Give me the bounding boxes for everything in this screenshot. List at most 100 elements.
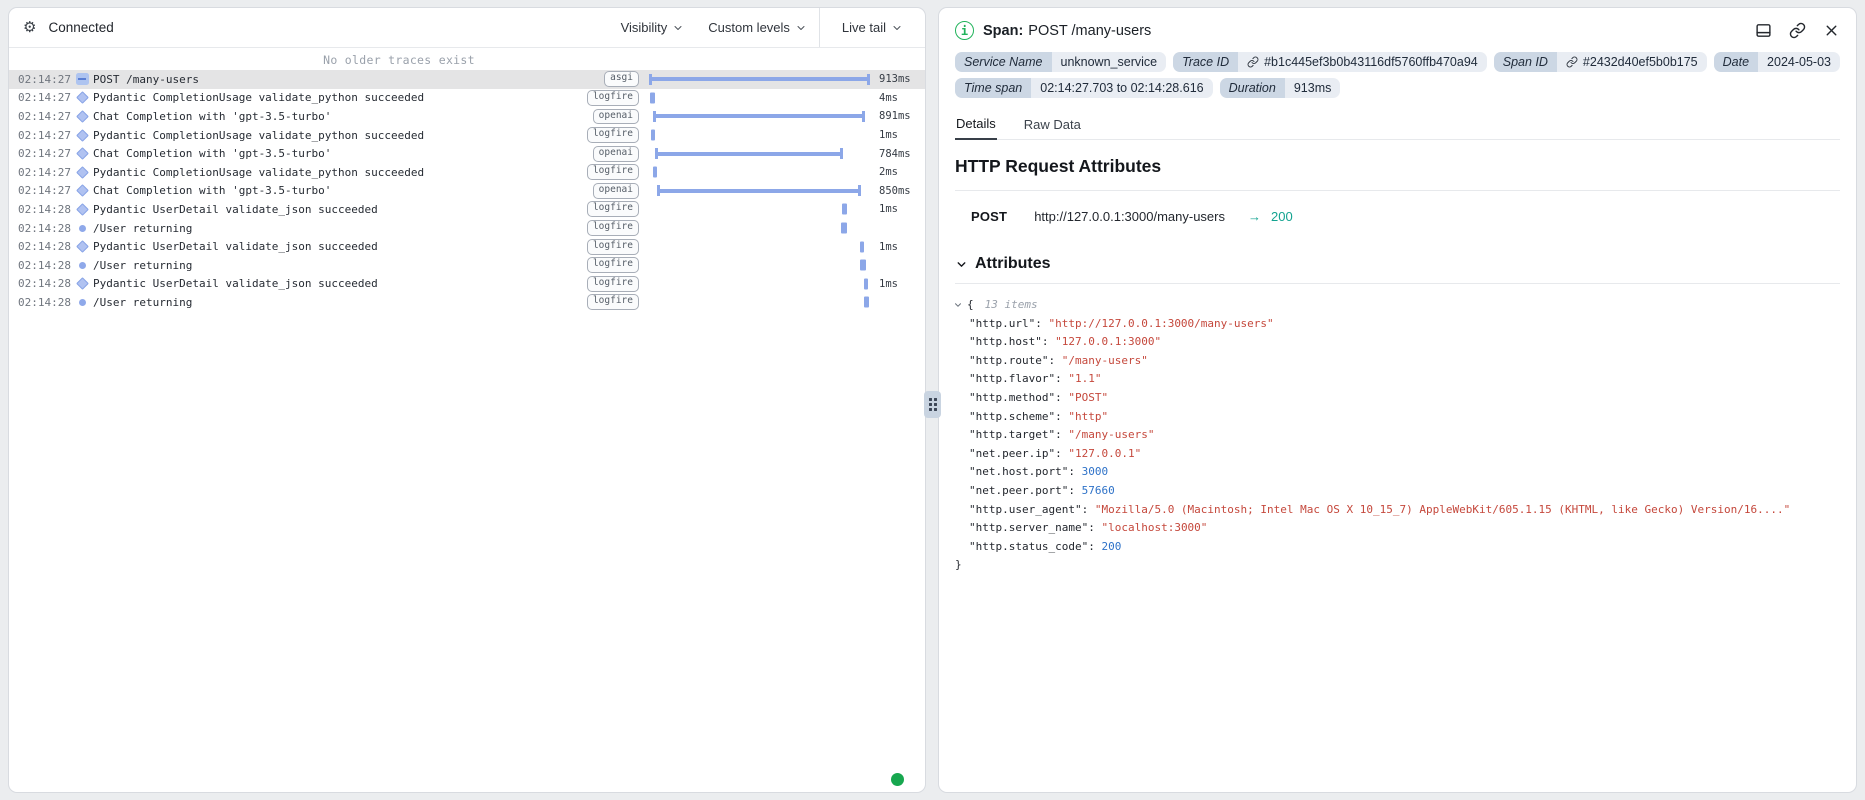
trace-row[interactable]: 02:14:28 Pydantic UserDetail validate_js… [9,275,925,294]
link-icon[interactable] [1247,56,1259,68]
span-meta-badge: Duration 913ms [1220,78,1341,98]
trace-row-name: Chat Completion with 'gpt-3.5-turbo' [93,110,593,123]
close-panel-button[interactable] [1823,22,1840,39]
attributes-section-heading[interactable]: Attributes [955,255,1840,284]
scope-tag-badge: openai [593,109,639,125]
duration-bar [864,297,868,308]
attribute-entry: "http.status_code": 200 [969,538,1840,557]
attribute-entry: "http.method": "POST" [969,389,1840,408]
live-status-dot [891,773,904,786]
copy-link-button[interactable] [1789,22,1806,39]
badge-label: Service Name [955,52,1052,72]
trace-row[interactable]: 02:14:27 Chat Completion with 'gpt-3.5-t… [9,182,925,201]
scope-tag-badge: logfire [587,294,639,310]
duration-bar [841,223,847,234]
collapse-toggle-icon[interactable] [71,70,93,89]
span-meta-badge: Trace ID #b1c445ef3b0b43116df5760ffb470a… [1173,52,1487,72]
scope-tag-badge: logfire [587,276,639,292]
duration-bar [860,241,864,252]
chevron-down-icon [672,22,684,34]
json-open-line: { 13 items [955,296,1840,315]
live-tail-dropdown-button[interactable]: Live tail [819,8,925,47]
duration-bar [864,278,868,289]
dock-panel-button[interactable] [1755,22,1772,39]
diamond-span-icon [71,107,93,126]
trace-row[interactable]: 02:14:27 Pydantic CompletionUsage valida… [9,89,925,108]
duration-bar-track [649,293,871,312]
trace-row-timestamp: 02:14:28 [9,296,71,309]
badge-label: Date [1714,52,1758,72]
span-meta-badge: Time span 02:14:27.703 to 02:14:28.616 [955,78,1213,98]
duration-bar-track [649,200,871,219]
attribute-entry: "http.route": "/many-users" [969,352,1840,371]
panel-resize-handle[interactable] [924,391,941,418]
trace-row[interactable]: 02:14:28 Pydantic UserDetail validate_js… [9,237,925,256]
trace-row-duration: 913ms [871,73,925,85]
trace-list-body: No older traces exist 02:14:27 POST /man… [9,48,925,312]
trace-row[interactable]: 02:14:28 /User returning logfire [9,219,925,238]
settings-gear-button[interactable]: ⚙ [21,18,38,37]
trace-row-duration: 1ms [871,203,925,215]
dot-span-icon [71,219,93,238]
trace-row[interactable]: 02:14:27 Pydantic CompletionUsage valida… [9,163,925,182]
attribute-key: "http.target" [969,428,1055,441]
http-request-summary: POST http://127.0.0.1:3000/many-users → … [955,191,1840,224]
attribute-value: 57660 [1082,484,1115,497]
http-url: http://127.0.0.1:3000/many-users [1034,209,1225,224]
scope-tag-badge: logfire [587,201,639,217]
http-method: POST [971,209,1007,224]
tab-details[interactable]: Details [955,111,997,140]
trace-row-name: Chat Completion with 'gpt-3.5-turbo' [93,184,593,197]
link-icon [1789,22,1806,39]
no-older-traces-notice: No older traces exist [9,48,789,70]
trace-row-name: /User returning [93,296,593,309]
attribute-key: "http.server_name" [969,521,1088,534]
span-meta-badges: Service Name unknown_service Trace ID #b… [955,52,1840,98]
attribute-value: "Mozilla/5.0 (Macintosh; Intel Mac OS X … [1095,503,1790,516]
trace-row[interactable]: 02:14:28 Pydantic UserDetail validate_js… [9,200,925,219]
attribute-entry: "net.peer.port": 57660 [969,482,1840,501]
attribute-entry: "http.user_agent": "Mozilla/5.0 (Macinto… [969,501,1840,520]
attribute-key: "http.status_code" [969,540,1088,553]
span-detail-panel: i Span:POST /many-users Service Name unk… [938,7,1857,793]
diamond-span-icon [71,144,93,163]
trace-row[interactable]: 02:14:28 /User returning logfire [9,256,925,275]
trace-row[interactable]: 02:14:27 Chat Completion with 'gpt-3.5-t… [9,144,925,163]
connection-status-text: Connected [48,20,113,35]
collapse-toggle-icon[interactable] [955,300,963,310]
span-meta-badge: Span ID #2432d40ef5b0b175 [1494,52,1707,72]
trace-row[interactable]: 02:14:27 Chat Completion with 'gpt-3.5-t… [9,107,925,126]
badge-value: #2432d40ef5b0b175 [1557,52,1707,72]
scope-tag-badge: logfire [587,220,639,236]
diamond-span-icon [71,163,93,182]
duration-bar [655,152,844,156]
link-icon[interactable] [1566,56,1578,68]
open-brace: { [967,296,974,315]
trace-row-duration: 1ms [871,241,925,253]
trace-rows: 02:14:27 POST /many-users asgi 913ms 02:… [9,70,925,312]
badge-label: Duration [1220,78,1285,98]
badge-value: 02:14:27.703 to 02:14:28.616 [1031,78,1212,98]
attribute-value: "localhost:3000" [1101,521,1207,534]
duration-bar [649,77,870,81]
scope-tag-badge: logfire [587,257,639,273]
attribute-value: "127.0.0.1:3000" [1055,335,1161,348]
attribute-key: "net.peer.port" [969,484,1068,497]
attribute-value: "http://127.0.0.1:3000/many-users" [1048,317,1273,330]
tab-raw-data[interactable]: Raw Data [1023,111,1082,139]
diamond-span-icon [71,237,93,256]
duration-bar-track [649,144,871,163]
trace-row[interactable]: 02:14:27 POST /many-users asgi 913ms [9,70,925,89]
visibility-dropdown-button[interactable]: Visibility [609,8,697,47]
trace-row[interactable]: 02:14:27 Pydantic CompletionUsage valida… [9,126,925,145]
trace-row-timestamp: 02:14:27 [9,129,71,142]
attribute-entry: "http.host": "127.0.0.1:3000" [969,333,1840,352]
custom-levels-dropdown-button[interactable]: Custom levels [696,8,819,47]
http-request-attributes-heading: HTTP Request Attributes [955,140,1840,191]
badge-label: Span ID [1494,52,1557,72]
close-icon [1823,22,1840,39]
attribute-value: "127.0.0.1" [1068,447,1141,460]
trace-row-name: Pydantic UserDetail validate_json succee… [93,277,593,290]
trace-row[interactable]: 02:14:28 /User returning logfire [9,293,925,312]
trace-row-timestamp: 02:14:28 [9,222,71,235]
